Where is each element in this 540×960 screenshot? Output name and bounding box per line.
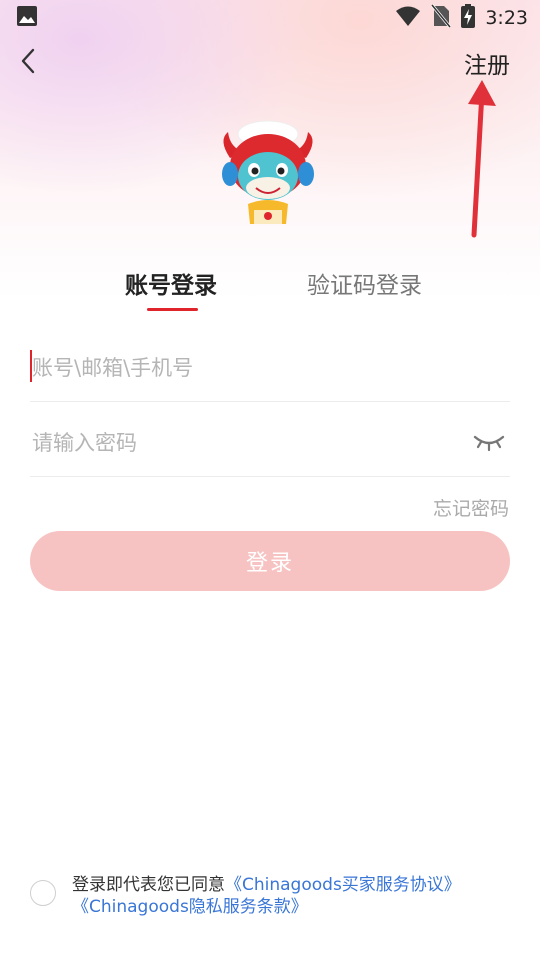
password-field-row — [30, 411, 510, 477]
agreement-checkbox[interactable] — [30, 880, 56, 906]
battery-charging-icon — [461, 4, 476, 32]
wifi-icon — [395, 5, 421, 31]
buyer-agreement-link[interactable]: 《Chinagoods买家服务协议》 — [225, 875, 461, 895]
tab-active-indicator — [147, 308, 198, 311]
tab-code-login[interactable]: 验证码登录 — [307, 266, 422, 300]
agreement-prefix: 登录即代表您已同意 — [72, 875, 225, 895]
status-time: 3:23 — [485, 7, 528, 29]
back-button[interactable] — [12, 44, 44, 78]
login-tabs: 账号登录 验证码登录 — [0, 262, 540, 322]
account-field-row — [30, 336, 510, 402]
account-input[interactable] — [30, 336, 460, 400]
privacy-terms-link[interactable]: 《Chinagoods隐私服务条款》 — [72, 897, 308, 917]
eye-closed-icon[interactable] — [472, 431, 506, 457]
chevron-left-icon — [21, 48, 35, 74]
register-button[interactable]: 注册 — [464, 46, 510, 80]
mascot-logo — [222, 120, 314, 224]
status-bar: 3:23 — [0, 0, 540, 36]
forgot-password-link[interactable]: 忘记密码 — [433, 494, 509, 521]
tab-account-login[interactable]: 账号登录 — [125, 266, 217, 300]
password-input[interactable] — [30, 411, 460, 475]
gallery-notification-icon — [16, 5, 38, 31]
login-button[interactable]: 登录 — [30, 531, 510, 591]
annotation-arrow-icon — [468, 80, 496, 238]
no-sim-icon — [431, 4, 452, 32]
agreement-text: 登录即代表您已同意《Chinagoods买家服务协议》 《Chinagoods隐… — [72, 874, 522, 918]
